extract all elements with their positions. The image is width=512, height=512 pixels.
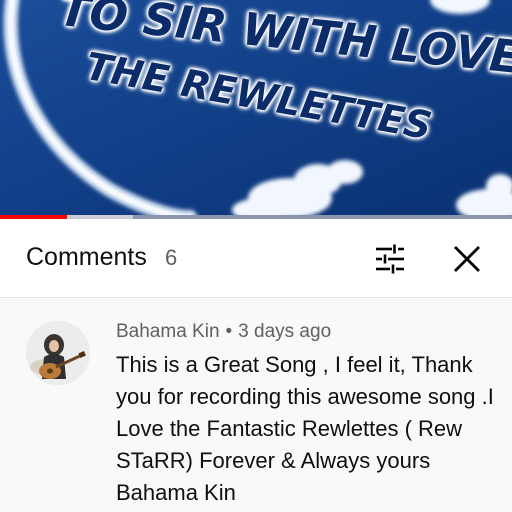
sort-filter-icon [376, 244, 404, 274]
avatar[interactable] [26, 321, 90, 385]
comment-time: 3 days ago [238, 321, 332, 342]
close-icon [454, 246, 480, 272]
comment-author[interactable]: Bahama Kin [116, 321, 220, 342]
comment-meta: Bahama Kin • 3 days ago [116, 321, 331, 343]
video-title-overlay: TO SIR WITH LOVE THE REWLETTES [0, 0, 512, 217]
video-player[interactable]: TO SIR WITH LOVE THE REWLETTES [0, 0, 512, 217]
comment-item: Bahama Kin • 3 days ago This is a Great So… [0, 298, 512, 512]
close-button[interactable] [444, 237, 490, 281]
comments-count: 6 [165, 245, 178, 270]
sort-filter-button[interactable] [368, 239, 412, 279]
comments-header: Comments 6 [0, 219, 512, 298]
meta-separator: • [225, 321, 233, 342]
comments-title: Comments [26, 243, 147, 271]
avatar-photo [26, 321, 90, 385]
comment-text: This is a Great Song , I feel it, Thank … [116, 352, 494, 505]
